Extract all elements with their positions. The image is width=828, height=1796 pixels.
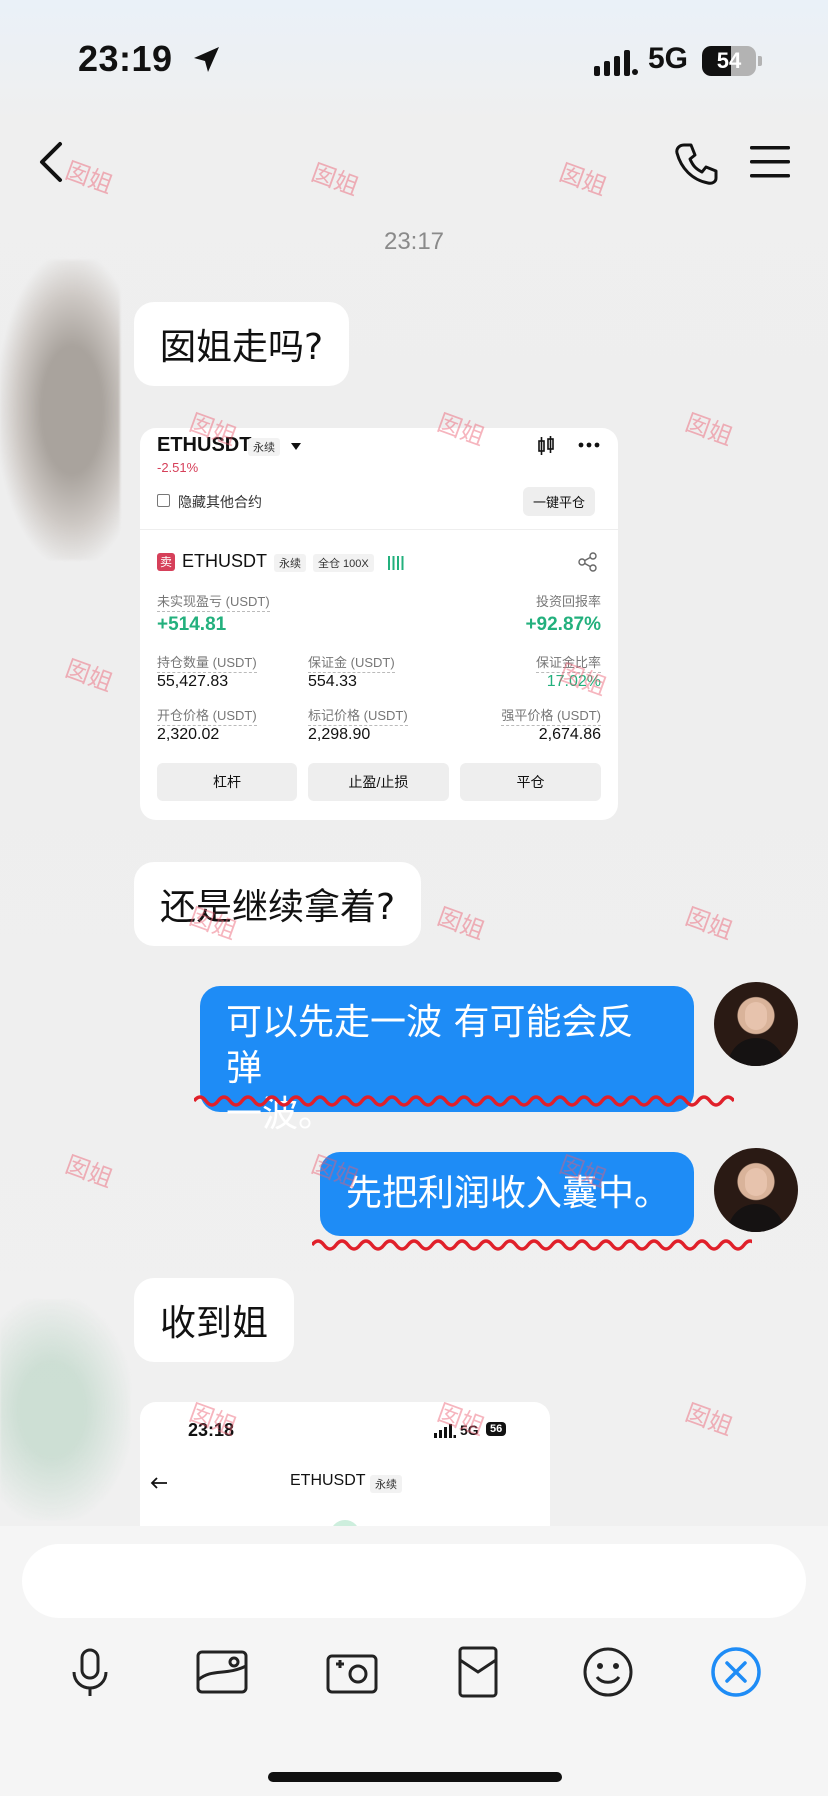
red-squiggle-underline xyxy=(194,1095,734,1107)
position-qty-value: 55,427.83 xyxy=(157,673,229,690)
mark-price-label: 标记价格 (USDT) xyxy=(308,705,408,726)
chat-timestamp: 23:17 xyxy=(383,228,445,255)
battery-tip xyxy=(758,56,762,66)
margin-ratio-value: 17.02% xyxy=(546,673,601,690)
shot-status-time: 23:18 xyxy=(188,1420,235,1440)
red-squiggle-underline xyxy=(312,1239,752,1251)
leverage-bars-icon xyxy=(388,556,404,570)
background-texture xyxy=(0,260,120,560)
unrealized-pnl-label: 未实现盈亏 (USDT) xyxy=(157,591,270,612)
position-perp-tag: 永续 xyxy=(274,554,306,572)
position-symbol: ETHUSDT xyxy=(182,551,267,571)
location-arrow-icon xyxy=(194,47,219,72)
hide-other-label: 隐藏其他合约 xyxy=(178,494,262,510)
message-text: 先把利润收入囊中。 xyxy=(346,1173,671,1214)
microphone-icon[interactable] xyxy=(60,1642,120,1702)
message-text: 还是继续拿着? xyxy=(160,887,396,928)
network-type: 5G xyxy=(648,42,689,75)
entry-price-value: 2,320.02 xyxy=(157,726,220,743)
battery-icon: 54 xyxy=(702,46,756,76)
avatar-body xyxy=(728,1038,784,1066)
tp-sl-button[interactable]: 止盈/止损 xyxy=(308,763,449,801)
chat-nav-bar xyxy=(0,120,828,208)
sell-badge: 卖 xyxy=(157,553,175,571)
avatar-face xyxy=(745,1168,767,1196)
chat-input-bar xyxy=(0,1526,828,1796)
mark-price-value: 2,298.90 xyxy=(308,726,371,743)
status-bar: 23:19 5G 54 xyxy=(0,0,828,120)
camera-icon[interactable] xyxy=(322,1642,382,1702)
avatar[interactable] xyxy=(714,982,798,1066)
margin-label: 保证金 (USDT) xyxy=(308,652,395,673)
emoji-icon[interactable] xyxy=(578,1642,638,1702)
contract-symbol: ETHUSDT xyxy=(157,434,252,456)
arrow-left-icon xyxy=(150,1477,167,1489)
background-texture xyxy=(0,1300,130,1520)
price-change: -2.51% xyxy=(157,460,199,475)
shot-network: 5G xyxy=(460,1422,479,1438)
avatar[interactable] xyxy=(714,1148,798,1232)
more-dots-icon[interactable] xyxy=(578,442,600,448)
message-text: 收到姐 xyxy=(160,1303,269,1344)
shot-title-tag: 永续 xyxy=(370,1475,402,1493)
perpetual-tag: 永续 xyxy=(248,438,280,456)
margin-ratio-label: 保证金比率 xyxy=(535,652,601,673)
phone-icon[interactable] xyxy=(672,140,720,188)
shot-battery: 56 xyxy=(486,1422,507,1436)
avatar-face xyxy=(745,1002,767,1030)
position-qty-label: 持仓数量 (USDT) xyxy=(157,652,257,673)
image-icon[interactable] xyxy=(192,1642,252,1702)
candlestick-icon[interactable] xyxy=(536,436,556,456)
hamburger-menu-icon[interactable] xyxy=(748,142,792,182)
chevron-left-icon[interactable] xyxy=(30,138,74,186)
chat-screen: 23:19 5G 54 23:17 囡姐走吗? ETHUSDT 永续 -2.51… xyxy=(0,0,828,1796)
red-packet-icon[interactable] xyxy=(448,1642,508,1702)
message-text: 囡姐走吗? xyxy=(160,327,324,368)
message-bubble-received[interactable]: 收到姐 xyxy=(134,1278,295,1362)
message-bubble-received[interactable]: 囡姐走吗? xyxy=(134,302,350,386)
message-bubble-sent[interactable]: 先把利润收入囊中。 xyxy=(320,1152,694,1236)
margin-mode-tag: 全仓 100X xyxy=(313,554,374,572)
signal-strength-icon xyxy=(594,50,638,76)
liquidation-price-value: 2,674.86 xyxy=(538,726,601,743)
avatar-body xyxy=(728,1204,784,1232)
trade-position-screenshot[interactable]: ETHUSDT 永续 -2.51% 隐藏其他合约 一键平仓 卖 ETHUSDT … xyxy=(140,428,618,820)
home-indicator xyxy=(268,1772,562,1782)
signal-strength-icon xyxy=(434,1424,456,1438)
status-time: 23:19 xyxy=(78,38,173,79)
close-position-button[interactable]: 平仓 xyxy=(460,763,601,801)
roi-label: 投资回报率 xyxy=(535,594,601,609)
message-text-line: 可以先走一波 有可能会反弹 xyxy=(226,1002,634,1089)
liquidation-price-label: 强平价格 (USDT) xyxy=(501,705,601,726)
close-icon[interactable] xyxy=(706,1642,766,1702)
message-input[interactable] xyxy=(22,1544,806,1618)
unrealized-pnl-value: +514.81 xyxy=(157,614,227,635)
battery-percent: 54 xyxy=(716,48,742,73)
roi-value: +92.87% xyxy=(525,614,601,635)
entry-price-label: 开仓价格 (USDT) xyxy=(157,705,257,726)
share-icon[interactable] xyxy=(578,552,598,572)
screenshot-image-message[interactable]: 23:18 5G 56 ETHUSDT 永续 xyxy=(140,1402,550,1534)
dropdown-triangle-icon xyxy=(291,443,301,450)
hide-other-checkbox[interactable] xyxy=(157,494,170,507)
card-divider xyxy=(140,529,618,530)
close-all-button[interactable]: 一键平仓 xyxy=(523,487,596,516)
message-bubble-received[interactable]: 还是继续拿着? xyxy=(134,862,422,946)
margin-value: 554.33 xyxy=(308,673,357,690)
shot-title: ETHUSDT xyxy=(290,1472,366,1489)
leverage-button[interactable]: 杠杆 xyxy=(157,763,297,801)
